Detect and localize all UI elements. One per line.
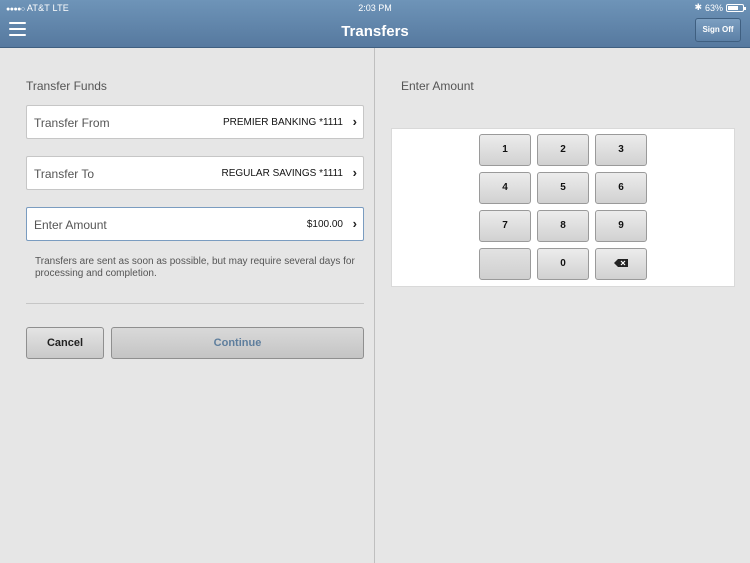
keypad-title: Enter Amount: [401, 79, 474, 93]
key-0[interactable]: 0: [537, 248, 589, 280]
key-9[interactable]: 9: [595, 210, 647, 242]
transfer-to-label: Transfer To: [34, 167, 95, 181]
transfer-form-panel: Transfer Funds Transfer From PREMIER BAN…: [0, 48, 375, 563]
status-bar: ●●●●○ AT&T LTE 2:03 PM ✱ 63%: [0, 0, 750, 15]
key-blank: [479, 248, 531, 280]
key-4[interactable]: 4: [479, 172, 531, 204]
key-2[interactable]: 2: [537, 134, 589, 166]
transfer-note: Transfers are sent as soon as possible, …: [35, 256, 355, 279]
continue-button[interactable]: Continue: [111, 327, 364, 359]
battery-icon: [726, 3, 746, 12]
keypad: 1 2 3 4 5 6 7 8 9 0: [391, 128, 735, 287]
chevron-right-icon: ›: [352, 216, 357, 231]
battery-info: ✱ 63%: [694, 2, 746, 13]
key-7[interactable]: 7: [479, 210, 531, 242]
key-3[interactable]: 3: [595, 134, 647, 166]
menu-icon[interactable]: [9, 22, 26, 36]
key-1[interactable]: 1: [479, 134, 531, 166]
page-title: Transfers: [341, 23, 409, 40]
sign-off-button[interactable]: Sign Off: [695, 18, 741, 42]
amount-label: Enter Amount: [34, 218, 107, 232]
divider-line: [26, 303, 364, 304]
cancel-button[interactable]: Cancel: [26, 327, 104, 359]
transfer-to-value: REGULAR SAVINGS *1111: [221, 168, 343, 179]
transfer-from-value: PREMIER BANKING *1111: [222, 117, 343, 128]
key-backspace[interactable]: [595, 248, 647, 280]
key-8[interactable]: 8: [537, 210, 589, 242]
battery-percent: 63%: [704, 2, 723, 13]
transfer-from-label: Transfer From: [34, 116, 110, 130]
status-time: 2:03 PM: [358, 3, 392, 13]
keypad-panel: Enter Amount 1 2 3 4 5 6 7 8 9 0: [375, 48, 750, 563]
chevron-right-icon: ›: [352, 165, 357, 180]
key-5[interactable]: 5: [537, 172, 589, 204]
backspace-icon: [614, 259, 628, 268]
amount-field[interactable]: Enter Amount $100.00 ›: [26, 207, 364, 241]
transfer-to-field[interactable]: Transfer To REGULAR SAVINGS *1111 ›: [26, 156, 364, 190]
nav-bar: ●●●●○ AT&T LTE 2:03 PM ✱ 63% Transfers S…: [0, 0, 750, 48]
bluetooth-icon: ✱: [694, 2, 702, 12]
transfer-from-field[interactable]: Transfer From PREMIER BANKING *1111 ›: [26, 105, 364, 139]
amount-value: $100.00: [306, 219, 343, 230]
key-6[interactable]: 6: [595, 172, 647, 204]
chevron-right-icon: ›: [352, 114, 357, 129]
form-title: Transfer Funds: [26, 79, 107, 93]
